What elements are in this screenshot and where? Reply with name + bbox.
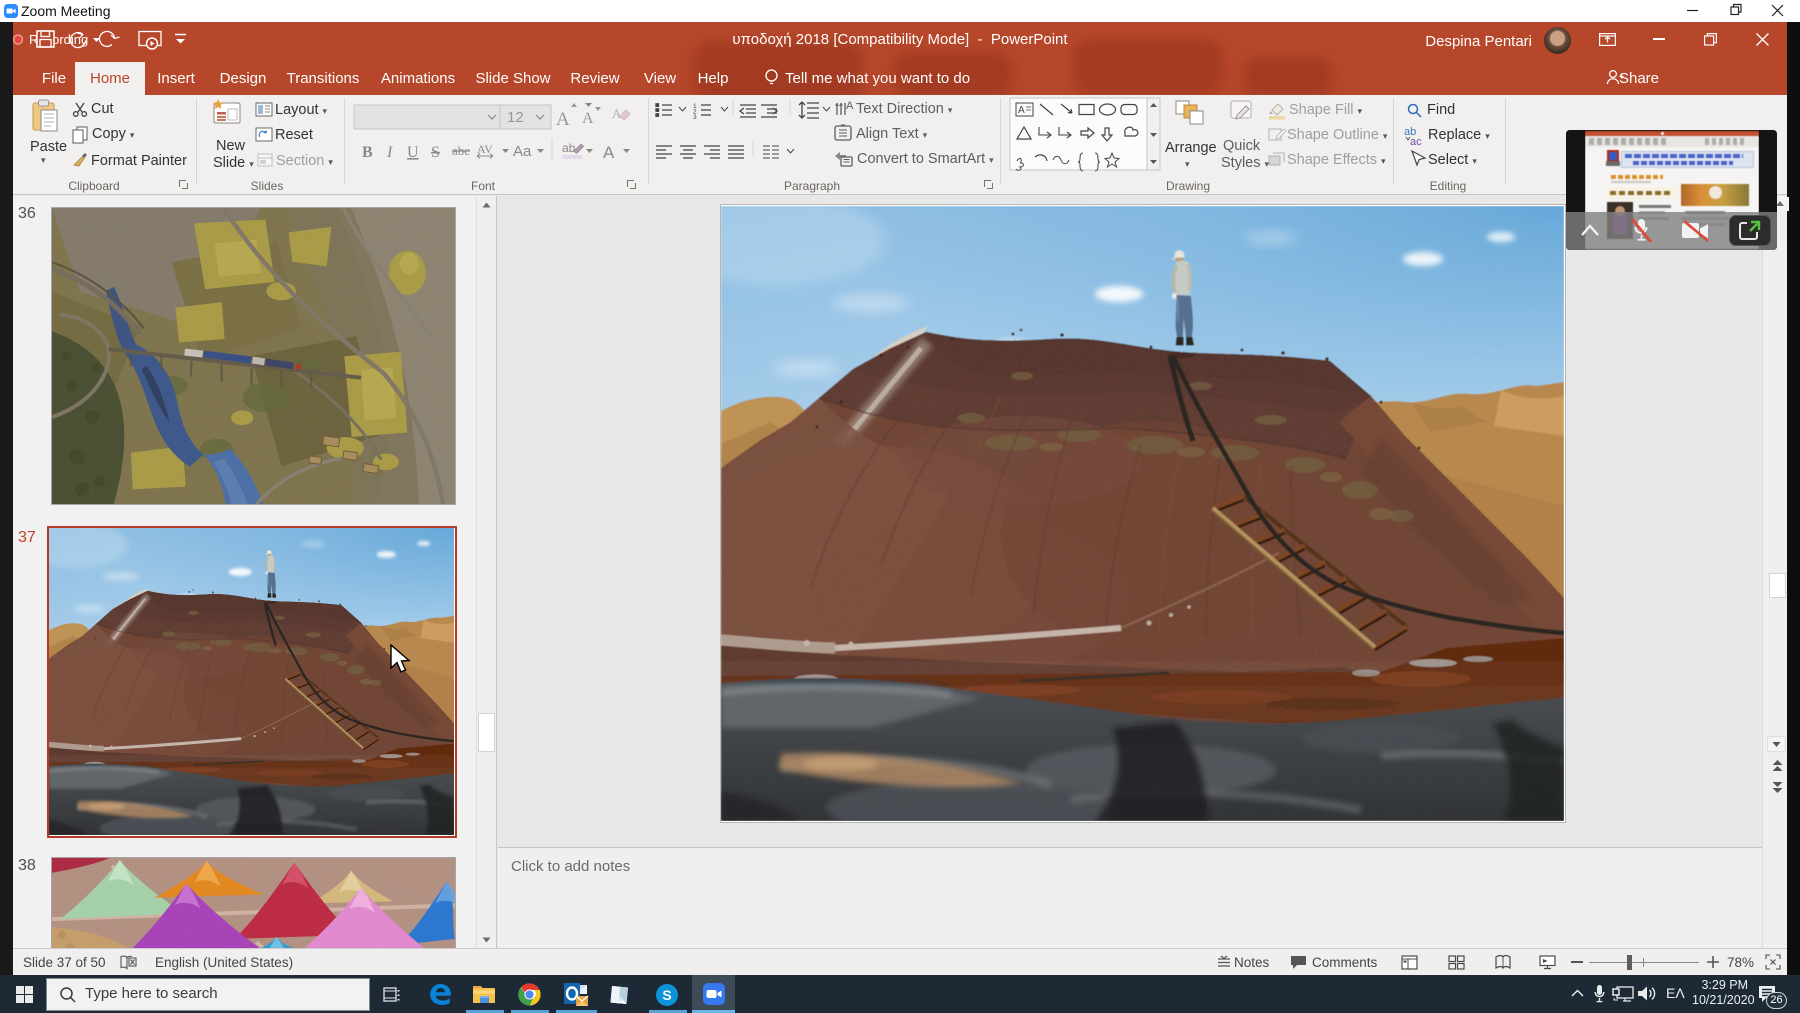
svg-text:ab: ab xyxy=(562,141,576,155)
svg-text:3: 3 xyxy=(693,114,697,121)
svg-text:A: A xyxy=(582,110,594,127)
svg-text:A: A xyxy=(1018,105,1025,116)
svg-text:12: 12 xyxy=(507,109,524,126)
svg-text:A: A xyxy=(603,143,615,162)
svg-text:A: A xyxy=(612,106,622,121)
svg-text:U: U xyxy=(407,144,419,161)
svg-text:A: A xyxy=(846,100,854,112)
svg-text:A: A xyxy=(556,109,570,130)
svg-text:S: S xyxy=(431,144,440,161)
svg-text:abc: abc xyxy=(452,143,470,158)
svg-text:S: S xyxy=(662,987,671,1003)
svg-text:Aa: Aa xyxy=(513,143,532,160)
svg-text:ac: ac xyxy=(1410,136,1422,148)
svg-text:B: B xyxy=(362,144,373,161)
svg-text:I: I xyxy=(386,144,393,161)
